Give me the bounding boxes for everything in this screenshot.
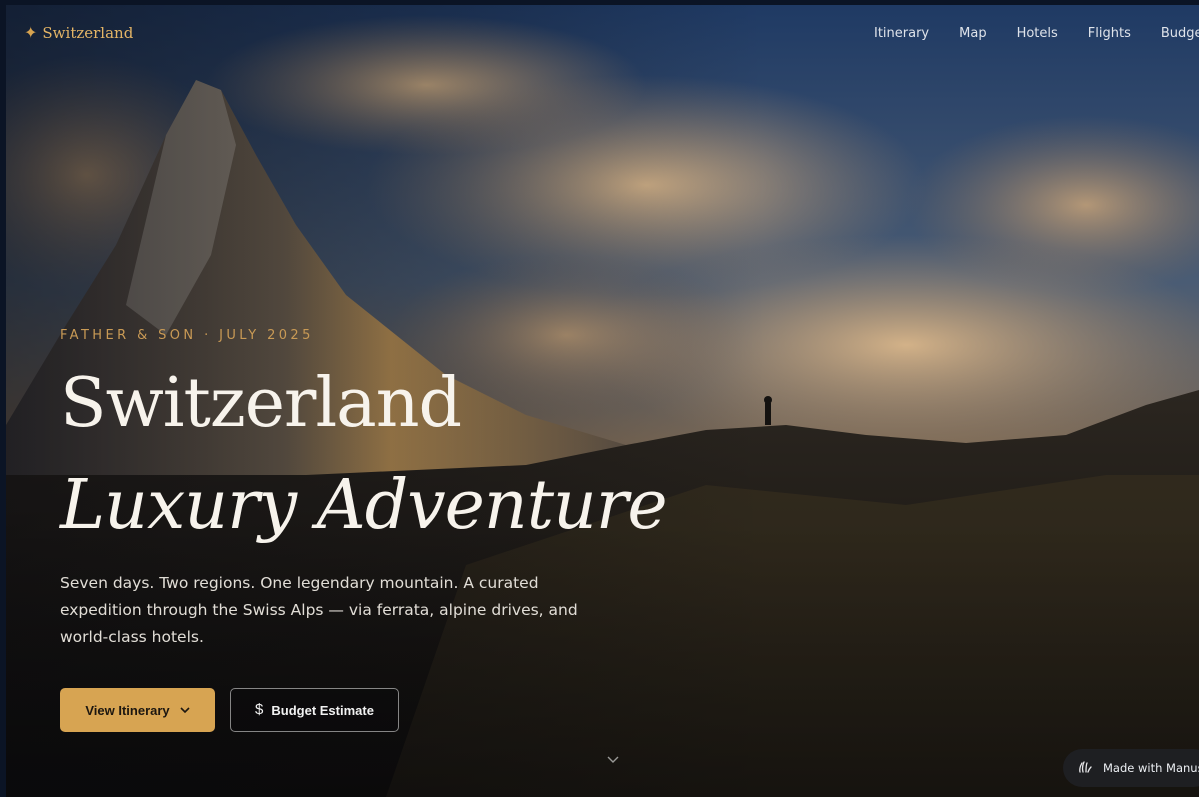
hero-section: ✦ Switzerland Itinerary Map Hotels Fligh… [6,5,1199,797]
view-itinerary-button[interactable]: View Itinerary [60,688,215,732]
nav-item-hotels[interactable]: Hotels [1017,25,1058,43]
chevron-down-icon [180,706,190,713]
hero-title: Switzerland [60,364,462,443]
dollar-icon: $ [255,701,264,718]
made-with-label: Made with Manus [1103,761,1199,775]
star-icon: ✦ [24,23,38,42]
budget-estimate-button[interactable]: $ Budget Estimate [230,688,399,732]
hero-description: Seven days. Two regions. One legendary m… [60,574,578,646]
hero-subtitle: Luxury Adventure [60,466,668,545]
view-itinerary-label: View Itinerary [85,702,170,718]
manus-logo-icon [1079,761,1092,773]
nav-item-budget[interactable]: Budget [1161,25,1199,43]
brand-name: Switzerland [42,24,134,42]
made-with-badge[interactable]: Made with Manus [1063,749,1199,787]
nav-item-map[interactable]: Map [959,25,986,43]
hero-bottom-overlay [6,525,1199,797]
scroll-down-icon[interactable] [606,753,620,767]
brand-logo[interactable]: ✦ Switzerland [24,23,134,43]
hero-eyebrow: FATHER & SON · JULY 2025 [60,328,314,343]
nav-item-itinerary[interactable]: Itinerary [874,25,929,43]
budget-estimate-label: Budget Estimate [271,702,374,718]
top-nav: ✦ Switzerland Itinerary Map Hotels Fligh… [6,5,1199,65]
nav-item-flights[interactable]: Flights [1088,25,1131,43]
nav-links: Itinerary Map Hotels Flights Budget [874,25,1199,43]
